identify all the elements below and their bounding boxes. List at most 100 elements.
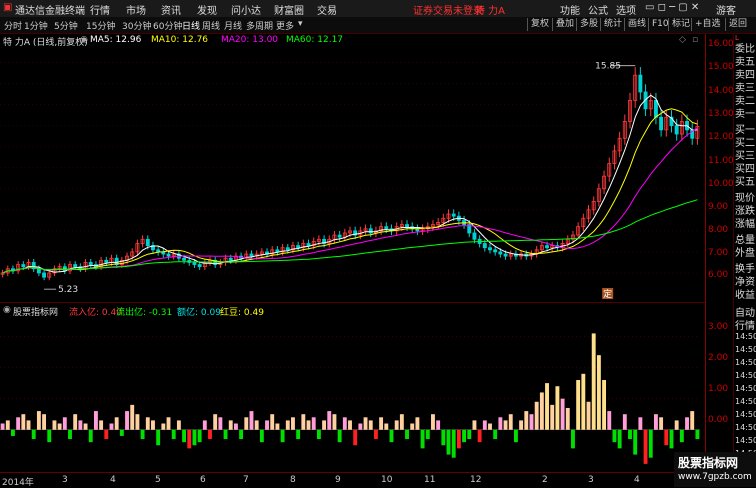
candle-body — [503, 253, 508, 257]
menu-hangqing[interactable]: 行情 — [90, 2, 110, 17]
flow-bar — [296, 429, 301, 440]
auto-quote-tab[interactable]: 行情 — [735, 317, 755, 332]
flow-bar — [202, 420, 207, 430]
x-label: 2 — [542, 475, 548, 485]
flow-bar — [93, 411, 98, 430]
price-tick: 15.00 — [708, 62, 734, 72]
ma20-value: MA20: 13.00 — [221, 35, 279, 45]
candle-body — [472, 232, 477, 240]
login-notice[interactable]: 证券交易未登录 — [413, 2, 483, 17]
menu-gongshi[interactable]: 公式 — [588, 2, 608, 17]
flow-bar — [456, 429, 461, 449]
flow-bar — [524, 411, 529, 430]
restore-square-icon[interactable]: ▫ — [692, 35, 698, 45]
tick-time: 14:50 — [735, 358, 756, 367]
flow-bar — [68, 429, 72, 440]
settings-circle-icon[interactable]: ◉ — [80, 35, 88, 45]
x-label: 4 — [110, 475, 116, 485]
candle-body — [384, 226, 389, 230]
candle-body — [368, 228, 373, 234]
flow-bar — [467, 429, 472, 440]
flow-bar — [109, 423, 114, 430]
flow-bar — [410, 423, 415, 430]
flow-bar — [539, 392, 544, 430]
flow-bar — [462, 429, 467, 443]
period-multi[interactable]: 多周期 — [246, 19, 273, 32]
period-15min[interactable]: 15分钟 — [86, 19, 115, 32]
menu-shichang[interactable]: 市场 — [126, 2, 146, 17]
menu-gongneng[interactable]: 功能 — [560, 2, 580, 17]
menu-zixun[interactable]: 资讯 — [161, 2, 181, 17]
menu-caifuquan[interactable]: 财富圈 — [274, 2, 304, 17]
period-60min[interactable]: 60分钟 — [153, 19, 182, 32]
period-monthly[interactable]: 月线 — [224, 19, 242, 32]
price-chart[interactable]: 15.85 5.23 定 — [0, 48, 705, 300]
candle-body — [493, 249, 498, 253]
flow-bar — [42, 414, 47, 430]
flow-bar — [695, 429, 700, 440]
period-weekly[interactable]: 周线 — [202, 19, 220, 32]
flow-bar — [36, 411, 41, 430]
indicator-tick: 2.00 — [708, 353, 729, 363]
flow-bar — [31, 429, 36, 440]
period-30min[interactable]: 30分钟 — [122, 19, 151, 32]
flow-bar — [78, 420, 83, 430]
title-bar: ▣ 通达信金融终端 行情 市场 资讯 发现 问小达 财富圈 交易 证券交易未登录… — [0, 0, 756, 18]
chevron-down-icon[interactable]: ▾ — [298, 19, 303, 29]
flow-bar — [617, 429, 622, 449]
flow-bar — [545, 383, 549, 430]
biaoji-button[interactable]: 标记 — [668, 18, 693, 31]
flow-bar — [379, 417, 384, 430]
indicator-chart[interactable] — [0, 315, 705, 472]
back-button[interactable]: 返回 — [725, 18, 750, 31]
watermark-title: 股票指标网 — [678, 456, 739, 470]
flow-bar — [130, 404, 135, 430]
panel-label: 涨幅 — [735, 219, 755, 230]
date-axis: 2014年 3 4 5 6 7 8 9 10 11 12 2 3 4 — [0, 472, 705, 488]
flow-bar — [477, 429, 482, 443]
ma5-line — [2, 94, 698, 274]
menu-wenxiaoda[interactable]: 问小达 — [231, 2, 261, 17]
flow-bar — [368, 420, 373, 430]
tick-time: 14:50 — [735, 410, 756, 419]
flow-bar — [208, 429, 212, 440]
flow-bar — [493, 429, 498, 440]
period-fenshi[interactable]: 分时 — [4, 19, 22, 32]
price-tick: 11.00 — [708, 156, 734, 166]
flow-bar — [358, 423, 363, 430]
flow-bar — [353, 429, 358, 446]
add-watchlist-button[interactable]: +自选 — [691, 18, 724, 31]
indicator-settings-icon[interactable]: ◉ — [3, 305, 11, 315]
window-controls[interactable]: ▭ ◻ ─ ▢ ✕ — [645, 2, 699, 13]
period-1min[interactable]: 1分钟 — [24, 19, 48, 32]
tick-time: 14:50 — [735, 397, 756, 406]
period-daily[interactable]: 日线 — [182, 19, 200, 32]
user-name[interactable]: 游客 — [716, 2, 736, 17]
flow-bar — [679, 429, 684, 443]
tongji-button[interactable]: 统计 — [600, 18, 625, 31]
flow-bar — [99, 420, 104, 430]
flow-bar — [519, 420, 524, 430]
fuquan-button[interactable]: 复权 — [527, 18, 552, 31]
huaxian-button[interactable]: 画线 — [624, 18, 649, 31]
candle-body — [306, 243, 311, 246]
period-more[interactable]: 更多 — [276, 19, 294, 32]
diejia-button[interactable]: 叠加 — [552, 18, 577, 31]
duogu-button[interactable]: 多股 — [576, 18, 601, 31]
candle-body — [337, 234, 342, 238]
flow-bar — [503, 420, 508, 430]
menu-jiaoyi[interactable]: 交易 — [317, 2, 337, 17]
flow-bar — [311, 417, 316, 430]
flow-bar — [363, 417, 368, 430]
candle-body — [482, 243, 487, 249]
flow-bar — [529, 414, 534, 430]
x-label: 7 — [243, 475, 249, 485]
period-5min[interactable]: 5分钟 — [54, 19, 78, 32]
price-tick: 7.00 — [708, 248, 729, 258]
flow-bar — [171, 429, 176, 440]
menu-faxian[interactable]: 发现 — [197, 2, 217, 17]
expand-diamond-icon[interactable]: ◇ — [679, 35, 686, 45]
flow-bar — [508, 414, 513, 430]
watermark: 股票指标网 www.7gpzb.com — [674, 452, 756, 487]
menu-xuanxiang[interactable]: 选项 — [616, 2, 636, 17]
